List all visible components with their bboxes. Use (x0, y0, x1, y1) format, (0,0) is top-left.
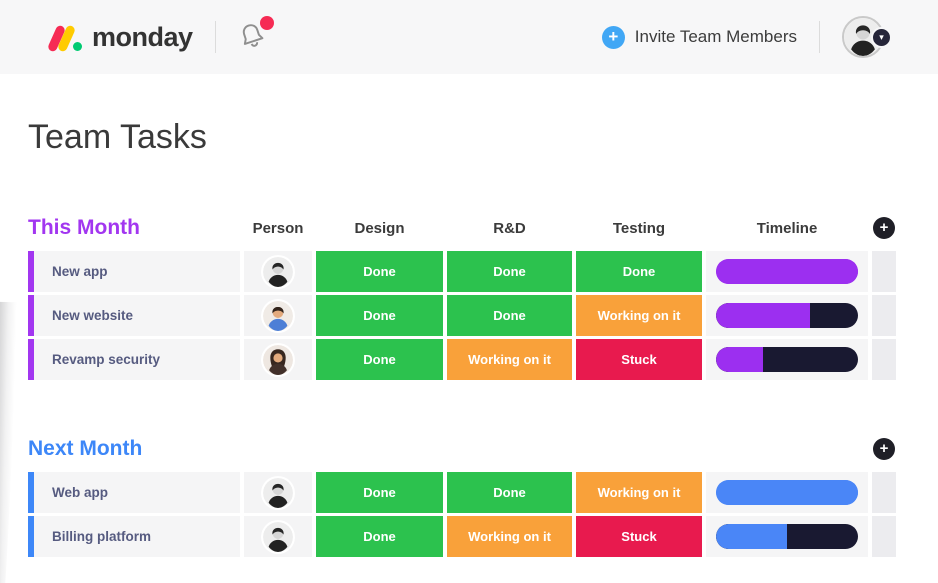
task-row: New website Done Done Working on it (28, 295, 896, 336)
group-title[interactable]: Next Month (28, 437, 240, 461)
person-cell[interactable] (244, 339, 312, 380)
status-cell-design[interactable]: Done (316, 472, 443, 513)
timeline-bar (716, 347, 858, 372)
column-header-rnd[interactable]: R&D (447, 220, 572, 237)
notification-badge (259, 16, 274, 30)
person-avatar (263, 477, 293, 508)
status-cell-rnd[interactable]: Done (447, 251, 572, 292)
timeline-cell[interactable] (706, 516, 868, 557)
status-cell-design[interactable]: Done (316, 251, 443, 292)
task-row: Revamp security Done Working on it Stuck (28, 339, 896, 380)
status-cell-testing[interactable]: Stuck (576, 339, 702, 380)
task-group: Next Month Person Design R&D Testing Tim… (28, 434, 896, 557)
account-menu[interactable]: ▾ (842, 16, 900, 58)
page-edge-shadow (0, 301, 17, 583)
chevron-down-icon: ▾ (871, 27, 892, 48)
task-name: Billing platform (52, 529, 151, 544)
status-cell-design[interactable]: Done (316, 339, 443, 380)
topbar: monday + Invite Team Members ▾ (0, 0, 938, 74)
add-column-cell[interactable] (872, 516, 896, 557)
add-column-cell[interactable] (872, 295, 896, 336)
person-avatar (263, 300, 293, 331)
brand-name: monday (92, 21, 193, 52)
plus-icon: + (601, 25, 625, 49)
person-cell[interactable] (244, 472, 312, 513)
timeline-bar (716, 303, 858, 328)
add-column-button[interactable]: + (873, 438, 895, 460)
group-title[interactable]: This Month (28, 216, 240, 240)
group-rows: Web app Done Done Working on it Billing … (28, 472, 896, 557)
column-header-person[interactable]: Person (244, 220, 312, 237)
add-column-button[interactable]: + (873, 217, 895, 239)
status-cell-rnd[interactable]: Done (447, 472, 572, 513)
add-column-cell[interactable] (872, 251, 896, 292)
status-cell-design[interactable]: Done (316, 295, 443, 336)
task-row: Web app Done Done Working on it (28, 472, 896, 513)
task-name-cell[interactable]: New website (28, 295, 240, 336)
column-header-timeline[interactable]: Timeline (706, 220, 868, 237)
status-cell-testing[interactable]: Working on it (576, 295, 702, 336)
board-page: Team Tasks This Month Person Design R&D … (0, 74, 938, 583)
task-name: New app (52, 264, 108, 279)
monday-logo-icon (46, 22, 82, 53)
timeline-cell[interactable] (706, 472, 868, 513)
task-name: Revamp security (52, 352, 161, 367)
status-cell-design[interactable]: Done (316, 516, 443, 557)
timeline-bar (716, 524, 858, 549)
status-cell-testing[interactable]: Working on it (576, 472, 702, 513)
task-group: This Month Person Design R&D Testing Tim… (28, 213, 896, 380)
task-name-cell[interactable]: Billing platform (28, 516, 240, 557)
column-header-design[interactable]: Design (316, 220, 443, 237)
group-header: Next Month Person Design R&D Testing Tim… (28, 434, 896, 464)
timeline-bar (716, 259, 858, 284)
task-name: Web app (52, 485, 109, 500)
status-cell-rnd[interactable]: Working on it (447, 516, 572, 557)
person-cell[interactable] (244, 251, 312, 292)
group-rows: New app Done Done Done New website Done … (28, 251, 896, 380)
topbar-divider (819, 21, 820, 53)
timeline-bar (716, 480, 858, 505)
add-column-cell[interactable] (872, 472, 896, 513)
status-cell-testing[interactable]: Done (576, 251, 702, 292)
task-name: New website (52, 308, 134, 323)
invite-label: Invite Team Members (634, 27, 797, 46)
topbar-divider (214, 21, 216, 53)
group-header: This Month Person Design R&D Testing Tim… (28, 213, 896, 243)
status-cell-testing[interactable]: Stuck (576, 516, 702, 557)
task-name-cell[interactable]: Revamp security (28, 339, 240, 380)
invite-team-members-button[interactable]: + Invite Team Members (601, 25, 797, 49)
person-cell[interactable] (244, 295, 312, 336)
person-avatar (263, 344, 293, 375)
task-name-cell[interactable]: New app (28, 251, 240, 292)
page-title: Team Tasks (28, 118, 207, 156)
task-name-cell[interactable]: Web app (28, 472, 240, 513)
timeline-cell[interactable] (706, 339, 868, 380)
person-cell[interactable] (244, 516, 312, 557)
timeline-cell[interactable] (706, 295, 868, 336)
task-row: Billing platform Done Working on it Stuc… (28, 516, 896, 557)
column-header-testing[interactable]: Testing (576, 220, 702, 237)
status-cell-rnd[interactable]: Working on it (447, 339, 572, 380)
add-column-cell[interactable] (872, 339, 896, 380)
status-cell-rnd[interactable]: Done (447, 295, 572, 336)
board: This Month Person Design R&D Testing Tim… (28, 213, 896, 557)
timeline-cell[interactable] (706, 251, 868, 292)
person-avatar (263, 256, 293, 287)
person-avatar (263, 521, 293, 552)
notifications-button[interactable] (238, 16, 274, 53)
monday-logo[interactable]: monday (46, 21, 193, 53)
task-row: New app Done Done Done (28, 251, 896, 292)
